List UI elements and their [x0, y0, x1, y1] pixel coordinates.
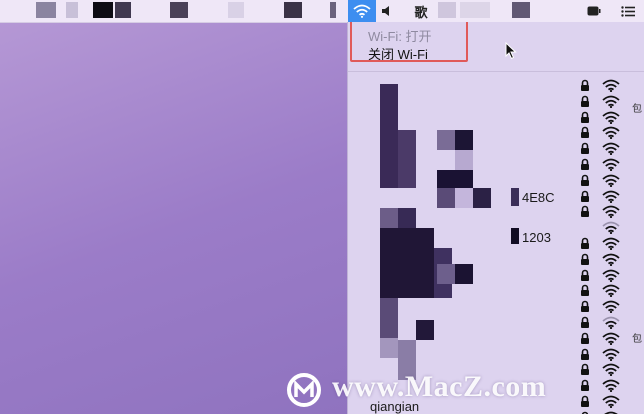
wifi-signal-icon: [602, 237, 620, 250]
wifi-signal-icon: [602, 79, 620, 92]
wifi-menu-button[interactable]: [348, 0, 376, 22]
wifi-signal-icon: [602, 111, 620, 124]
wifi-signal-icon: [602, 142, 620, 156]
pixelated-menu-item: [36, 2, 56, 18]
edge-label: 包: [632, 104, 642, 115]
lock-icon: [581, 300, 589, 313]
lock-icon: [581, 253, 589, 265]
lock-icon: [581, 79, 589, 91]
lock-icon: [581, 237, 589, 249]
volume-menu-item[interactable]: [380, 2, 394, 20]
lock-icon: [581, 158, 589, 170]
wifi-signal-icon: [602, 269, 620, 282]
pixelated-menu-item: [170, 2, 188, 18]
lock-icon: [581, 95, 589, 107]
speaker-icon: [382, 6, 389, 16]
lock-icon: [581, 269, 589, 281]
wifi-signal-icon: [602, 174, 620, 187]
wifi-signal-icon: [602, 300, 620, 314]
pixelated-network-names: [348, 22, 519, 414]
lock-icon: [581, 111, 589, 123]
wifi-signal-icon: [602, 190, 620, 203]
lock-icon: [581, 127, 589, 139]
pixelated-menu-item: [93, 2, 113, 18]
wifi-dropdown-menu: Wi-Fi: 打开 关闭 Wi-Fi 4E8C 1203 qiangian: [347, 22, 644, 414]
battery-icon: [587, 6, 601, 16]
watermark-text: www.MacZ.com: [332, 370, 547, 403]
network-name: 1203: [522, 230, 551, 245]
wifi-signal-icon: [602, 284, 620, 298]
wifi-icon: [353, 4, 371, 18]
lock-icon: [581, 206, 589, 218]
battery-menu-item[interactable]: [586, 2, 602, 20]
wifi-signal-icon: [602, 332, 620, 345]
wifi-signal-icon: [602, 158, 620, 171]
lock-icon: [581, 379, 589, 392]
wifi-signal-icon: [602, 95, 620, 108]
pixelated-menu-item: [330, 2, 336, 18]
pixelated-menu-item: [460, 2, 490, 18]
pixelated-menu-item: [66, 2, 78, 18]
pixelated-menu-item: [284, 2, 302, 18]
pixelated-menu-item: [438, 2, 456, 18]
wifi-signal-icon: [602, 348, 620, 361]
network-name: 4E8C: [522, 190, 555, 205]
lock-icon: [581, 316, 589, 328]
menu-bar: 歌: [0, 0, 644, 23]
wifi-signal-icon: [602, 126, 620, 140]
wifi-signal-icon: [602, 253, 620, 266]
mouse-cursor-icon: [505, 42, 517, 60]
pixelated-menu-item: [115, 2, 131, 18]
macz-logo-icon: [287, 373, 321, 407]
pixelated-menu-item: [512, 2, 530, 18]
lock-icon: [581, 174, 589, 186]
pixelated-menu-item: [228, 2, 244, 18]
lock-icon: [581, 285, 589, 297]
lock-icon: [581, 395, 589, 407]
lock-icon: [581, 190, 589, 202]
wifi-signal-icon: [602, 379, 620, 393]
list-icon: [621, 5, 635, 17]
input-menu-item[interactable]: 歌: [412, 2, 430, 20]
lock-icon: [581, 332, 589, 344]
wifi-signal-icon: [602, 316, 620, 329]
notification-center-button[interactable]: [620, 2, 636, 20]
lock-icon: [581, 348, 589, 360]
lock-icon: [581, 364, 589, 376]
wifi-signal-icon: [602, 395, 620, 408]
wifi-signal-icon: [602, 221, 620, 235]
lock-icon: [581, 142, 589, 155]
wifi-signal-icon: [602, 363, 620, 377]
wifi-signal-icon: [602, 205, 620, 219]
edge-label: 包: [632, 334, 642, 345]
